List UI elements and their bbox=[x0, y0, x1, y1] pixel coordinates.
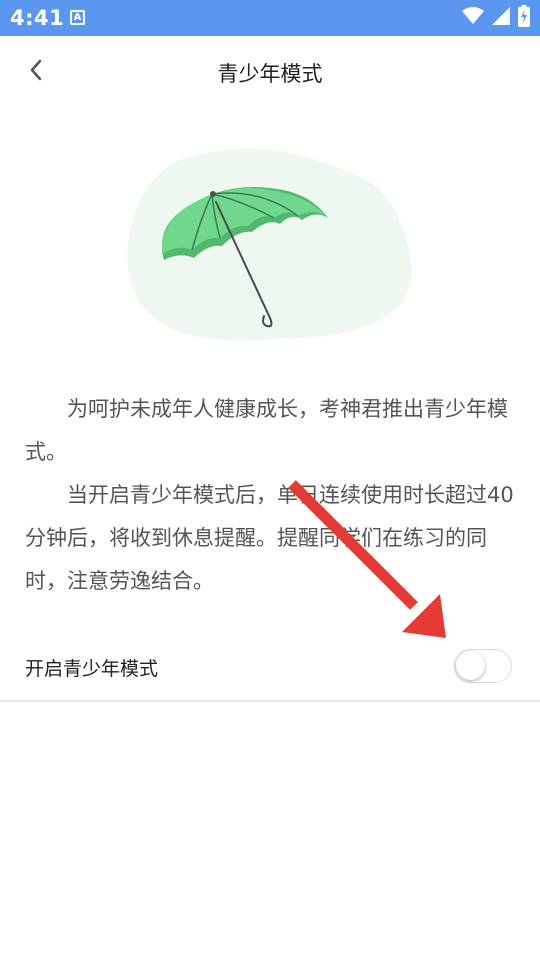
description-paragraph: 为呵护未成年人健康成长，考神君推出青少年模式。 bbox=[25, 397, 508, 464]
umbrella-icon bbox=[127, 148, 412, 341]
battery-charging-icon bbox=[518, 5, 530, 31]
status-bar: 4:41 A bbox=[0, 0, 540, 36]
teen-mode-toggle[interactable] bbox=[454, 649, 512, 683]
description-paragraph: 当开启青少年模式后，单日连续使用时长超过40分钟后，将收到休息提醒。提醒同学们在… bbox=[25, 483, 514, 593]
notification-icon: A bbox=[70, 10, 85, 25]
toggle-knob bbox=[456, 651, 485, 680]
page-title: 青少年模式 bbox=[217, 62, 323, 86]
app-screen: 4:41 A 青少年模式 为呵护未成年人健康成长，考神君推出青少年模式。 当开启… bbox=[0, 0, 540, 960]
signal-icon bbox=[492, 7, 510, 29]
teen-mode-toggle-label: 开启青少年模式 bbox=[25, 658, 159, 680]
status-time: 4:41 bbox=[10, 6, 65, 30]
umbrella-illustration bbox=[120, 140, 420, 350]
description: 为呵护未成年人健康成长，考神君推出青少年模式。 当开启青少年模式后，单日连续使用… bbox=[25, 388, 515, 603]
wifi-icon bbox=[462, 7, 484, 29]
teen-mode-setting-row: 开启青少年模式 bbox=[0, 632, 540, 702]
header: 青少年模式 bbox=[0, 36, 540, 108]
status-icons bbox=[462, 5, 530, 31]
